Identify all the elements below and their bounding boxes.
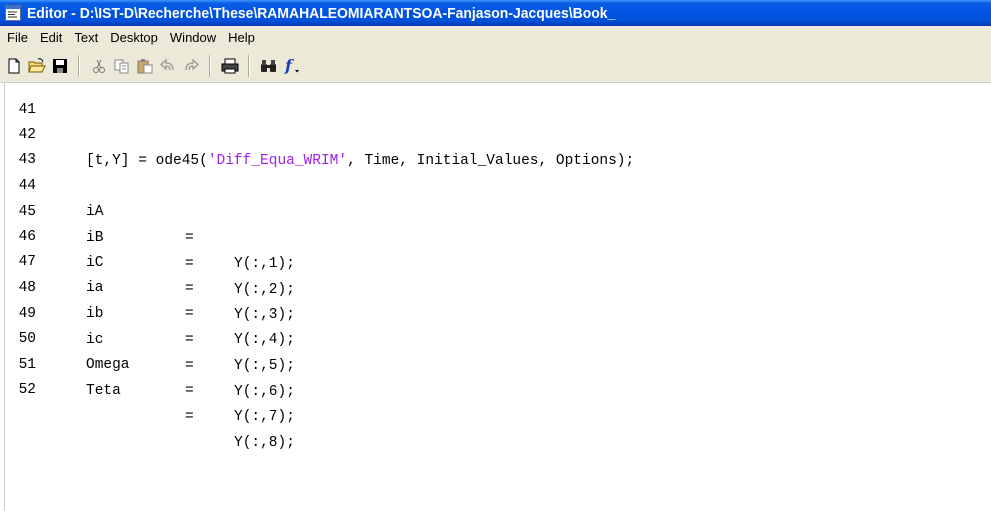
menu-desktop[interactable]: Desktop (104, 26, 164, 50)
assign-operator: = (185, 383, 194, 399)
menu-edit[interactable]: Edit (34, 26, 68, 50)
code-editor[interactable]: 41 42 [t,Y] = ode45('Diff_Equa_WRIM', Ti… (0, 83, 991, 511)
code-line[interactable]: 43 (0, 121, 991, 168)
menu-text[interactable]: Text (68, 26, 104, 50)
assign-operator: = (185, 409, 194, 425)
assign-value: Y(:,7); (234, 409, 295, 425)
code-line[interactable]: 45 iB = Y(:,2); (0, 173, 991, 298)
code-line[interactable]: 49 ic = Y(:,6); (0, 275, 991, 400)
code-line[interactable]: 47 ia = Y(:,4); (0, 223, 991, 348)
code-line[interactable]: 46 iC = Y(:,3); (0, 198, 991, 323)
menu-help[interactable]: Help (222, 26, 261, 50)
code-line[interactable]: 52 (0, 351, 991, 398)
window-title: Editor - D:\IST-D\Recherche\These\RAMAHA… (27, 4, 616, 22)
menu-bar: File Edit Text Desktop Window Help (0, 26, 991, 50)
variable-name: Teta (86, 383, 121, 399)
code-line[interactable]: 44 iA = Y(:,1); (0, 147, 991, 272)
line-number: 52 (18, 382, 36, 398)
menu-file[interactable]: File (0, 26, 34, 50)
code-line[interactable]: 41 (0, 71, 991, 118)
code-line[interactable]: 48 ib = Y(:,5); (0, 249, 991, 374)
editor-app-icon (5, 5, 21, 21)
code-line[interactable]: 42 [t,Y] = ode45('Diff_Equa_WRIM', Time,… (0, 96, 991, 169)
assign-value: Y(:,6); (234, 384, 295, 400)
title-bar[interactable]: Editor - D:\IST-D\Recherche\These\RAMAHA… (0, 0, 991, 26)
code-line[interactable]: 50 Omega = Y(:,7); (0, 300, 991, 425)
assign-value: Y(:,8); (234, 435, 295, 451)
menu-window[interactable]: Window (164, 26, 222, 50)
code-line[interactable]: 51 Teta = Y(:,8); (0, 326, 991, 451)
